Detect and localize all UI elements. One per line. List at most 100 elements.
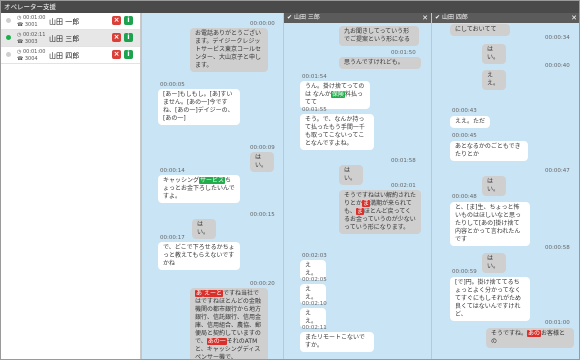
message-time: 00:01:54 bbox=[302, 74, 327, 80]
keyword-highlight: 保険 bbox=[330, 91, 345, 98]
main-area: ◷ 00:01:00 ☎ 3001 山田 一郎 × i ◷ 00:02:11 ☎… bbox=[1, 13, 579, 359]
operator-support-window: オペレーター支援 ◷ 00:01:00 ☎ 3001 山田 一郎 × i ◷ 0… bbox=[0, 0, 580, 360]
message-time: 00:00:14 bbox=[160, 168, 185, 174]
message-time: 00:00:59 bbox=[452, 269, 477, 275]
keyword-highlight: あ bbox=[195, 290, 204, 297]
message-bubble: はい。 bbox=[482, 253, 506, 273]
info-icon[interactable]: i bbox=[124, 33, 133, 42]
operator-name: 山田 一郎 bbox=[49, 18, 80, 26]
message-time: 00:00:09 bbox=[250, 145, 275, 151]
message-bubble: と、[ま]生、ちょっと怖いものはほしいなと思ったりして[あの]掛け捨て内容とかっ… bbox=[450, 202, 530, 246]
panel-header: ✔ 山田 三郎 ✕ bbox=[284, 13, 431, 23]
message-time: 00:00:48 bbox=[452, 194, 477, 200]
message-time: 00:00:43 bbox=[452, 108, 477, 114]
message-time: 00:00:17 bbox=[160, 235, 185, 241]
message-bubble: ええ。ただ bbox=[450, 116, 490, 128]
message-bubble: そう。で、なんか持って払ったもう手間一千も取ってこないってことなんですよね。 bbox=[300, 114, 374, 150]
message-time: 00:00:00 bbox=[250, 21, 275, 27]
message-bubble: [で]円。掛け捨ててるちょっとよく分かってなくてすぐにもしそれがため良くてはない… bbox=[450, 277, 530, 321]
title-bar: オペレーター支援 bbox=[1, 1, 579, 13]
message-time: 00:01:00 bbox=[545, 320, 570, 326]
status-dot-icon bbox=[6, 35, 11, 40]
chat-panel: 00:00:00 お電話ありがとうございます。デイジークレジットサービス東京コー… bbox=[141, 13, 283, 359]
operator-meta: ◷ 00:01:00 ☎ 3001 bbox=[17, 15, 46, 28]
message-bubble: はい。 bbox=[339, 165, 363, 185]
message-time: 00:00:15 bbox=[250, 212, 275, 218]
operator-name: 山田 三郎 bbox=[49, 35, 80, 43]
info-icon[interactable]: i bbox=[124, 16, 133, 25]
message-time: 00:00:58 bbox=[545, 245, 570, 251]
operator-id: 3004 bbox=[24, 55, 38, 62]
message-bubble: はい。 bbox=[482, 44, 506, 64]
close-icon[interactable]: × bbox=[112, 50, 121, 59]
message-bubble: 九お聞きしてっていう形でご提案という形になる bbox=[339, 26, 419, 46]
message-bubble: あとなるかのごともできたりとか bbox=[450, 141, 528, 161]
message-time: 00:02:10 bbox=[302, 301, 327, 307]
pin-icon[interactable]: ✔ bbox=[287, 14, 292, 21]
app-title: オペレーター支援 bbox=[4, 3, 56, 11]
message-bubble: はい。 bbox=[482, 176, 506, 196]
message-bubble: 思うんですけれども。 bbox=[339, 57, 421, 69]
message-bubble: お電話ありがとうございます。デイジークレジットサービス東京コールセンター、大山京… bbox=[190, 28, 268, 72]
message-text: そうですね。 bbox=[491, 330, 528, 337]
operator-row[interactable]: ◷ 00:02:11 ☎ 3003 山田 三郎 × i bbox=[1, 30, 140, 47]
operator-time: 00:02:11 bbox=[22, 32, 46, 38]
message-bubble: そうですねはい解約されたりとかま満期が来られても、まほとんど戻ってくるお金ってい… bbox=[339, 190, 421, 234]
operator-meta: ◷ 00:02:11 ☎ 3003 bbox=[17, 32, 46, 45]
message-bubble: はい。 bbox=[192, 219, 216, 239]
keyword-highlight: ま bbox=[355, 208, 364, 215]
operator-time: 00:01:00 bbox=[22, 15, 46, 21]
chat-panel: ✔ 山田 四郎 ✕ にしておいてて 00:00:34 はい。 00:00:40 … bbox=[431, 13, 579, 359]
operator-id: 3003 bbox=[24, 38, 38, 45]
close-icon[interactable]: × bbox=[112, 16, 121, 25]
message-time: 00:00:40 bbox=[545, 63, 570, 69]
panel-title: 山田 四郎 bbox=[441, 14, 468, 21]
operator-time: 00:01:00 bbox=[22, 49, 46, 55]
operator-name: 山田 四郎 bbox=[49, 52, 80, 60]
close-icon[interactable]: × bbox=[112, 33, 121, 42]
operator-meta: ◷ 00:01:00 ☎ 3004 bbox=[17, 49, 46, 62]
message-bubble: キャッシングサービスちょっとお金下ろしたいんですよ。 bbox=[158, 175, 240, 203]
operator-row[interactable]: ◷ 00:01:00 ☎ 3001 山田 一郎 × i bbox=[1, 13, 140, 30]
message-time: 00:02:05 bbox=[302, 277, 327, 283]
message-time: 00:00:05 bbox=[160, 82, 185, 88]
message-time: 00:00:45 bbox=[452, 133, 477, 139]
panel-close-icon[interactable]: ✕ bbox=[571, 13, 577, 23]
message-text: キャッシング bbox=[163, 177, 200, 184]
message-time: 00:00:20 bbox=[250, 281, 275, 287]
message-text: ですね当社ではですねほとんどの金融機関の都市銀行から地方銀行、信託銀行、信用金庫… bbox=[195, 290, 262, 345]
message-bubble: [あー]もしもし。[あ]すいません。[あの一]今ですね、[あの一]デイジーの、[… bbox=[158, 89, 240, 125]
message-bubble: はい。 bbox=[250, 152, 274, 172]
status-dot-icon bbox=[6, 52, 11, 57]
message-bubble: にしておいてて bbox=[450, 24, 510, 36]
status-dot-icon bbox=[6, 18, 11, 23]
operator-id: 3001 bbox=[24, 21, 38, 28]
keyword-highlight: あの bbox=[527, 330, 542, 337]
operator-list: ◷ 00:01:00 ☎ 3001 山田 一郎 × i ◷ 00:02:11 ☎… bbox=[1, 13, 141, 359]
message-time: 00:01:50 bbox=[391, 50, 416, 56]
message-bubble: あえーとですね当社ではですねほとんどの金融機関の都市銀行から地方銀行、信託銀行、… bbox=[190, 288, 268, 359]
message-time: 00:02:11 bbox=[302, 325, 327, 331]
message-time: 00:01:55 bbox=[302, 107, 327, 113]
operator-row[interactable]: ◷ 00:01:00 ☎ 3004 山田 四郎 × i bbox=[1, 47, 140, 64]
message-time: 00:01:58 bbox=[391, 158, 416, 164]
keyword-highlight: ま bbox=[362, 200, 371, 207]
info-icon[interactable]: i bbox=[124, 50, 133, 59]
message-bubble: またリモートこないですか。 bbox=[300, 332, 374, 352]
panel-close-icon[interactable]: ✕ bbox=[422, 13, 428, 23]
message-time: 00:00:34 bbox=[545, 35, 570, 41]
panel-title: 山田 三郎 bbox=[293, 14, 320, 21]
pin-icon[interactable]: ✔ bbox=[435, 14, 440, 21]
message-time: 00:02:03 bbox=[302, 253, 327, 259]
message-bubble: そうですね。あのお客様との bbox=[486, 328, 574, 348]
keyword-highlight: えーと bbox=[203, 290, 224, 297]
message-time: 00:02:01 bbox=[391, 183, 416, 189]
keyword-highlight: あの一 bbox=[206, 338, 227, 345]
message-bubble: うん。掛け捨てってのは なんか保険料払ってて bbox=[300, 81, 370, 109]
message-bubble: で、どこで下ろせるかちょっと教えてもらえないですかね bbox=[158, 242, 240, 270]
chat-panel: ✔ 山田 三郎 ✕ 九お聞きしてっていう形でご提案という形になる 00:01:5… bbox=[283, 13, 431, 359]
message-time: 00:00:47 bbox=[545, 168, 570, 174]
keyword-highlight: サービス bbox=[199, 177, 226, 184]
message-bubble: ええ。 bbox=[482, 70, 506, 90]
panel-header: ✔ 山田 四郎 ✕ bbox=[432, 13, 579, 23]
